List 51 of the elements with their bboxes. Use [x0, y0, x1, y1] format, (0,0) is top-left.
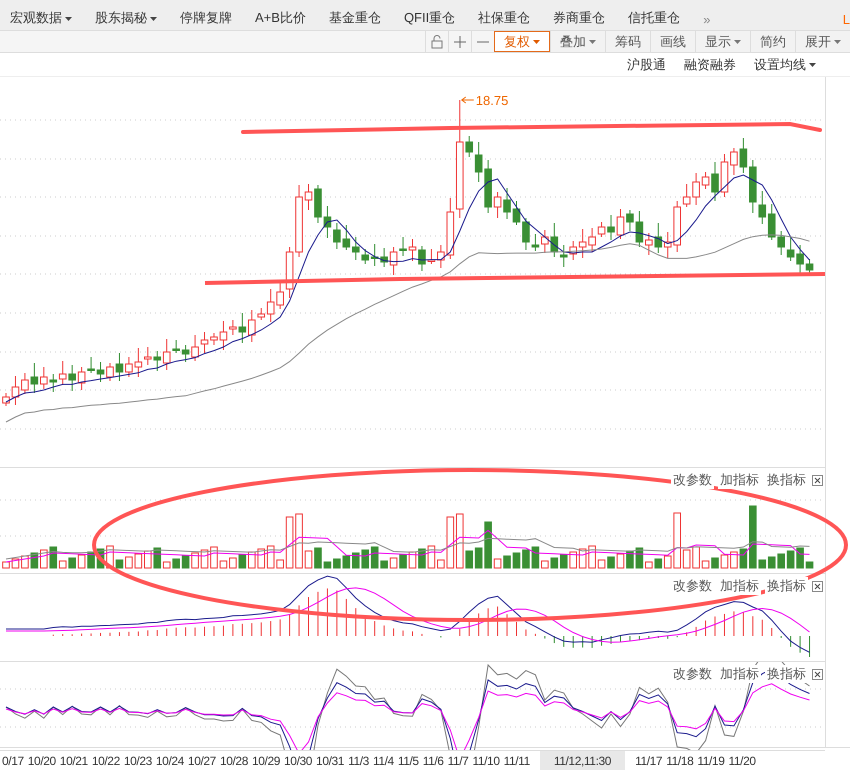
date-label: 10/28: [218, 754, 249, 768]
date-label: 11/10: [471, 754, 501, 768]
menu-item[interactable]: 基金重仓: [328, 9, 392, 27]
date-label: 11/5: [396, 754, 420, 768]
date-label: 10/31: [315, 754, 346, 768]
menu-item[interactable]: 券商重仓: [553, 9, 616, 27]
menu-item[interactable]: 社保重仓: [478, 9, 542, 27]
high-price-label: 18.75: [476, 93, 508, 108]
chart-option[interactable]: 融资融券: [684, 56, 736, 74]
menu-item[interactable]: 宏观数据: [10, 9, 83, 27]
menu-item[interactable]: 停牌复牌: [180, 9, 243, 27]
date-label: 11/12,11:30: [540, 750, 626, 770]
indicator-action[interactable]: 改参数: [671, 665, 714, 683]
arrow-icon: [460, 96, 474, 104]
indicator-action[interactable]: 加指标: [718, 665, 761, 683]
indicator-action[interactable]: 换指标: [765, 471, 808, 489]
toolbar-button[interactable]: 复权: [494, 31, 550, 52]
menu-item[interactable]: 股东揭秘: [95, 9, 168, 27]
close-icon[interactable]: [812, 474, 823, 486]
date-label: 10/20: [26, 754, 57, 768]
close-icon[interactable]: [812, 668, 823, 680]
date-label: 10/21: [58, 754, 89, 768]
indicator-action[interactable]: 加指标: [718, 471, 761, 489]
indicator-action[interactable]: 换指标: [765, 577, 808, 595]
date-label: 10/23: [122, 754, 153, 768]
date-label: 10/24: [154, 754, 185, 768]
date-label: 11/6: [422, 754, 445, 768]
menu-item[interactable]: A+B比价: [255, 9, 317, 27]
date-label: 11/4: [372, 754, 395, 768]
date-label: 10/29: [250, 754, 282, 768]
date-label: 11/18: [665, 754, 694, 768]
date-label: 11/3: [347, 754, 370, 768]
date-label: 11/11: [502, 754, 531, 768]
close-icon[interactable]: [812, 580, 823, 592]
date-label: 0/17: [1, 754, 25, 768]
date-label: 11/19: [696, 754, 726, 768]
date-label: 10/30: [283, 754, 314, 768]
corner-label: L: [842, 12, 850, 27]
chart-option[interactable]: 沪股通: [627, 56, 666, 74]
indicator-action[interactable]: 加指标: [718, 577, 761, 595]
chart-option[interactable]: 设置均线: [754, 56, 816, 74]
menu-item[interactable]: 信托重仓: [628, 9, 692, 27]
date-label: 10/27: [186, 754, 217, 768]
date-label: 11/7: [446, 754, 470, 768]
indicator-action[interactable]: 改参数: [671, 471, 714, 489]
date-label: 11/20: [727, 754, 757, 768]
menu-item[interactable]: QFII重仓: [404, 9, 466, 27]
date-label: 10/22: [90, 754, 121, 768]
indicator-action[interactable]: 换指标: [765, 665, 808, 683]
date-label: 11/17: [634, 754, 664, 768]
indicator-action[interactable]: 改参数: [671, 577, 714, 595]
